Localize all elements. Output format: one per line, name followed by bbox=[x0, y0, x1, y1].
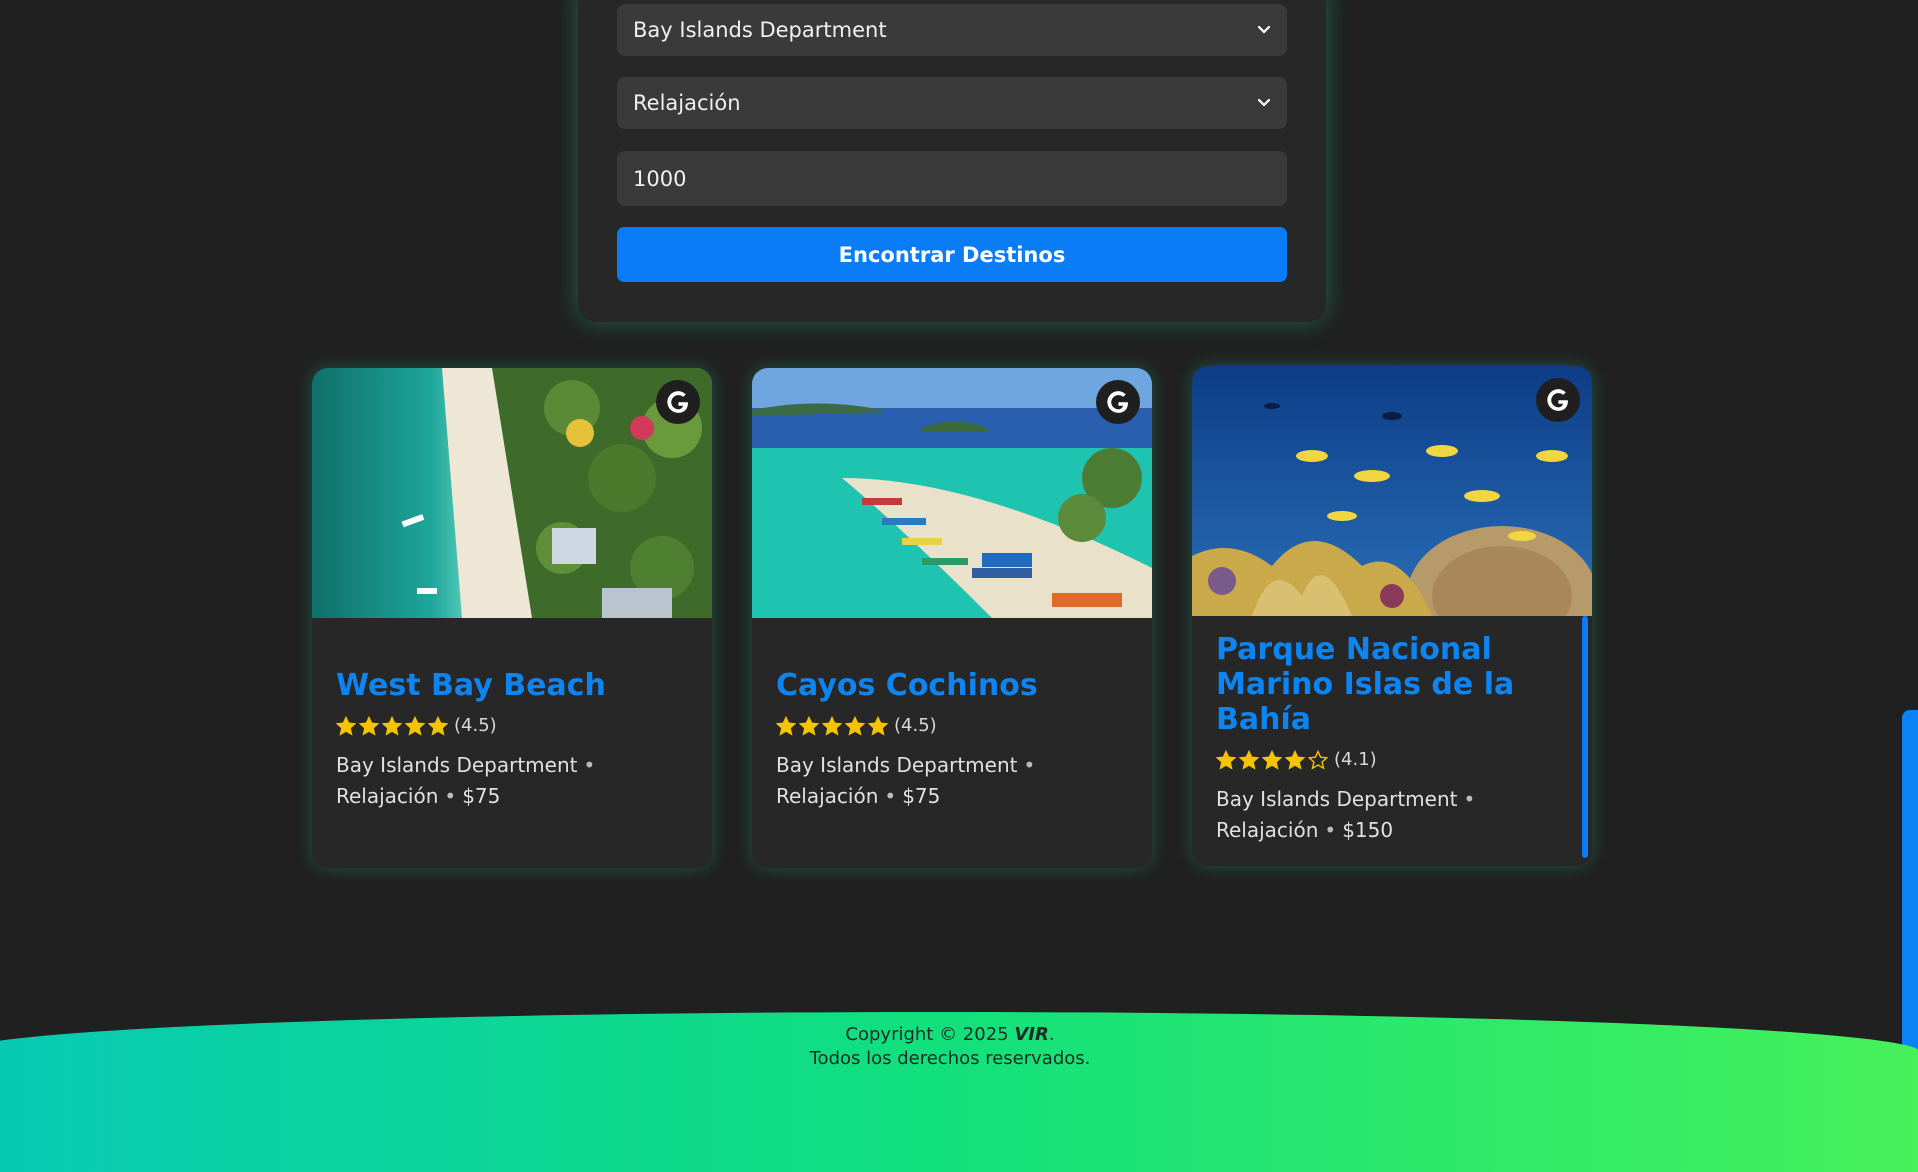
card-department: Bay Islands Department bbox=[1216, 787, 1458, 811]
google-icon[interactable] bbox=[656, 380, 700, 424]
destination-card[interactable]: West Bay Beach (4.5) Bay Islands Departm… bbox=[312, 368, 712, 868]
card-department: Bay Islands Department bbox=[776, 753, 1018, 777]
star-icon bbox=[1308, 749, 1328, 770]
card-meta: Bay Islands Department • Relajación • $75 bbox=[776, 753, 1036, 808]
budget-input[interactable]: 1000 bbox=[617, 151, 1287, 206]
star-icon bbox=[1262, 749, 1282, 770]
star-rating bbox=[776, 715, 888, 736]
star-icon bbox=[845, 715, 865, 736]
card-meta: Bay Islands Department • Relajación • $75 bbox=[336, 753, 596, 808]
footer-copyright: Copyright © 2025 VIR. bbox=[0, 1024, 1900, 1045]
star-icon bbox=[359, 715, 379, 736]
coral-reef-photo bbox=[1192, 366, 1592, 616]
star-rating bbox=[1216, 749, 1328, 770]
category-select-value: Relajación bbox=[633, 91, 741, 115]
star-icon bbox=[382, 715, 402, 736]
copyright-period: . bbox=[1048, 1024, 1055, 1045]
card-price: $75 bbox=[462, 784, 501, 808]
google-g-glyph bbox=[667, 391, 688, 413]
island-boats-photo bbox=[752, 368, 1152, 618]
google-g-glyph bbox=[1547, 389, 1568, 411]
aerial-beach-photo bbox=[312, 368, 712, 618]
star-icon bbox=[799, 715, 819, 736]
card-meta: Bay Islands Department • Relajación • $150 bbox=[1216, 787, 1476, 842]
card-scrollbar[interactable] bbox=[1582, 616, 1588, 858]
card-category: Relajación bbox=[1216, 818, 1319, 842]
star-icon bbox=[868, 715, 888, 736]
destination-card[interactable]: Cayos Cochinos (4.5) Bay Islands Departm… bbox=[752, 368, 1152, 868]
category-select[interactable]: Relajación bbox=[617, 77, 1287, 129]
star-icon bbox=[336, 715, 356, 736]
find-destinations-button[interactable]: Encontrar Destinos bbox=[617, 227, 1287, 282]
star-icon bbox=[1239, 749, 1259, 770]
card-title[interactable]: Parque Nacional Marino Islas de la Bahía bbox=[1216, 632, 1568, 737]
chevron-down-icon bbox=[1257, 25, 1271, 34]
star-rating bbox=[336, 715, 448, 736]
card-department: Bay Islands Department bbox=[336, 753, 578, 777]
page-scrollbar[interactable] bbox=[1902, 710, 1918, 1078]
star-icon bbox=[1285, 749, 1305, 770]
card-price: $150 bbox=[1342, 818, 1394, 842]
google-g-glyph bbox=[1107, 391, 1128, 413]
google-icon[interactable] bbox=[1536, 378, 1580, 422]
budget-input-value: 1000 bbox=[633, 166, 687, 191]
rating-value: (4.5) bbox=[454, 715, 497, 736]
star-icon bbox=[776, 715, 796, 736]
rating-row: (4.1) bbox=[1216, 749, 1568, 770]
rating-row: (4.5) bbox=[336, 715, 688, 736]
star-icon bbox=[428, 715, 448, 736]
department-select-value: Bay Islands Department bbox=[633, 18, 887, 42]
card-category: Relajación bbox=[336, 784, 439, 808]
destination-card[interactable]: Parque Nacional Marino Islas de la Bahía… bbox=[1192, 366, 1592, 866]
rating-value: (4.5) bbox=[894, 715, 937, 736]
department-select[interactable]: Bay Islands Department bbox=[617, 4, 1287, 56]
card-title[interactable]: West Bay Beach bbox=[336, 668, 688, 703]
copyright-text: Copyright © 2025 bbox=[845, 1024, 1009, 1045]
chevron-down-icon bbox=[1257, 98, 1271, 107]
card-price: $75 bbox=[902, 784, 941, 808]
card-category: Relajación bbox=[776, 784, 879, 808]
star-icon bbox=[822, 715, 842, 736]
brand-logo: VIR bbox=[1014, 1024, 1049, 1045]
card-title[interactable]: Cayos Cochinos bbox=[776, 668, 1128, 703]
rating-value: (4.1) bbox=[1334, 749, 1377, 770]
footer-rights: Todos los derechos reservados. bbox=[809, 1048, 1091, 1069]
star-icon bbox=[1216, 749, 1236, 770]
rating-row: (4.5) bbox=[776, 715, 1128, 736]
google-icon[interactable] bbox=[1096, 380, 1140, 424]
star-icon bbox=[405, 715, 425, 736]
